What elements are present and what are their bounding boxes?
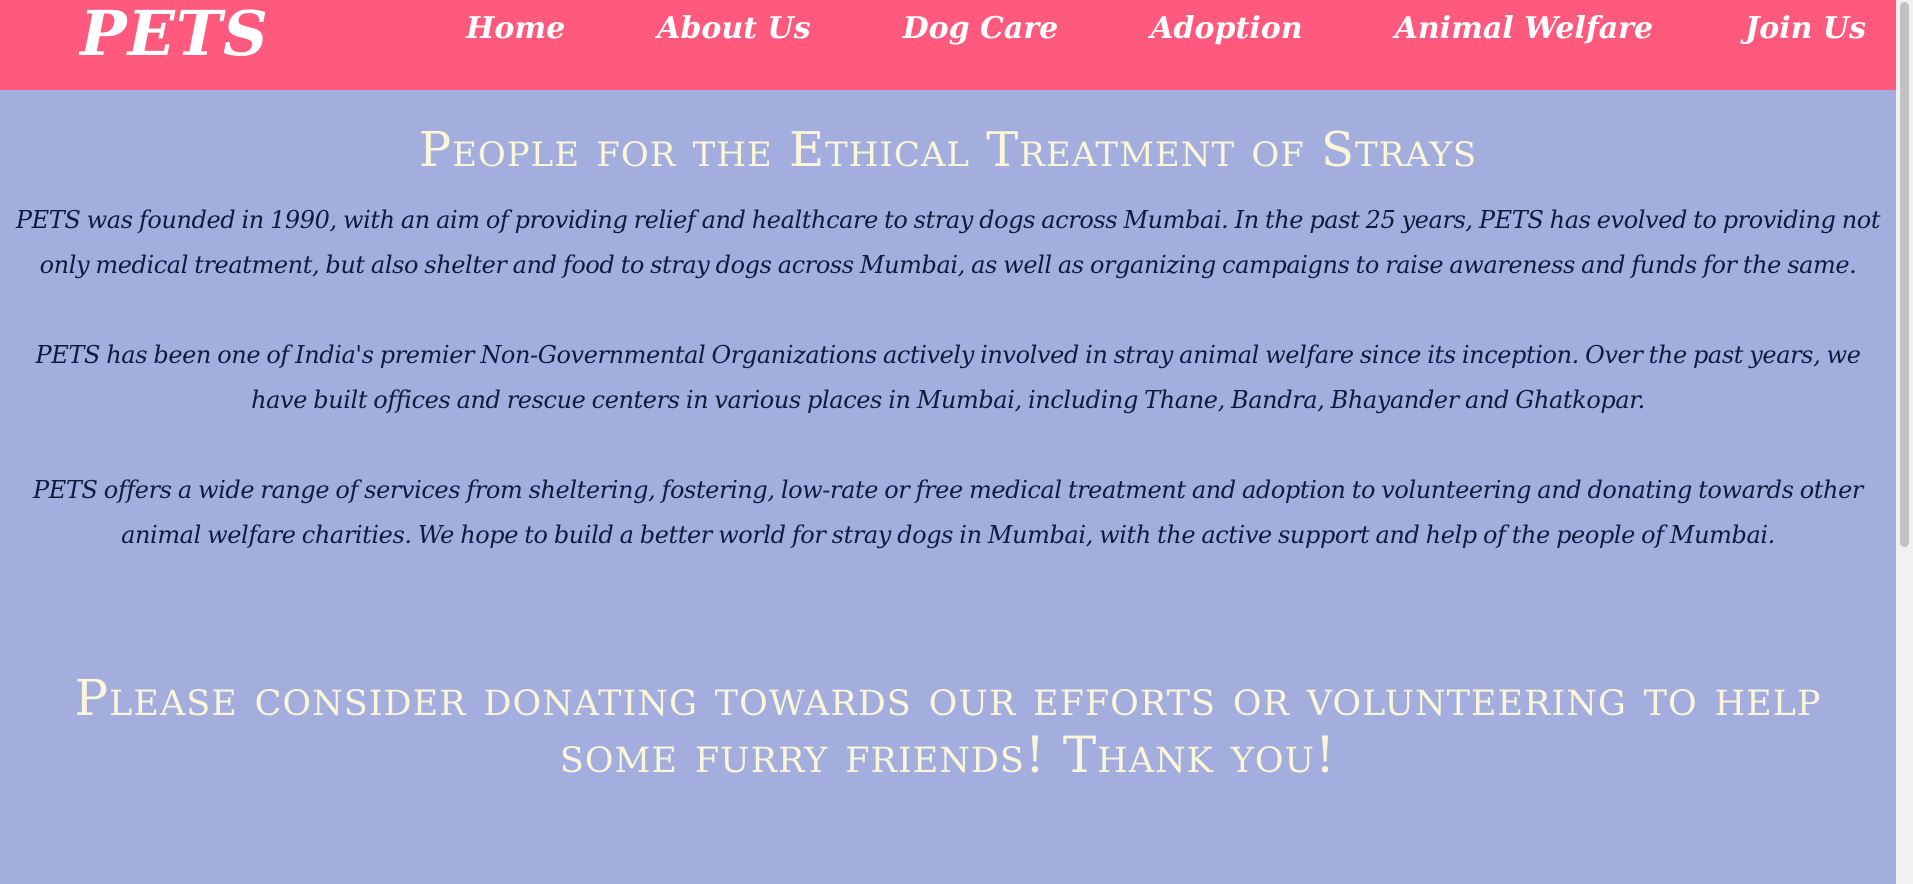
nav-item-home[interactable]: Home [420,11,611,46]
nav-item-adoption[interactable]: Adoption [1104,11,1348,46]
nav-item-dog-care[interactable]: Dog Care [857,11,1105,46]
page: PETS Home About Us Dog Care Adoption Ani… [0,0,1896,884]
intro-paragraph-offices: PETS has been one of India's premier Non… [35,341,1861,414]
vertical-scrollbar[interactable] [1896,0,1913,884]
nav-item-animal-welfare[interactable]: Animal Welfare [1349,11,1699,46]
site-logo[interactable]: PETS [80,0,269,74]
donate-call-to-action: Please consider donating towards our eff… [74,669,1822,784]
nav-item-join-us[interactable]: Join Us [1699,11,1866,46]
page-title: People for the Ethical Treatment of Stra… [418,122,1478,178]
nav-item-about-us[interactable]: About Us [611,11,856,46]
nav-menu: Home About Us Dog Care Adoption Animal W… [420,0,1866,56]
navbar: PETS Home About Us Dog Care Adoption Ani… [0,0,1896,90]
main-content: People for the Ethical Treatment of Stra… [0,90,1896,784]
intro-paragraph-services: PETS offers a wide range of services fro… [33,476,1863,549]
scrollbar-thumb[interactable] [1900,2,1909,547]
intro-paragraph-founding: PETS was founded in 1990, with an aim of… [15,206,1881,279]
